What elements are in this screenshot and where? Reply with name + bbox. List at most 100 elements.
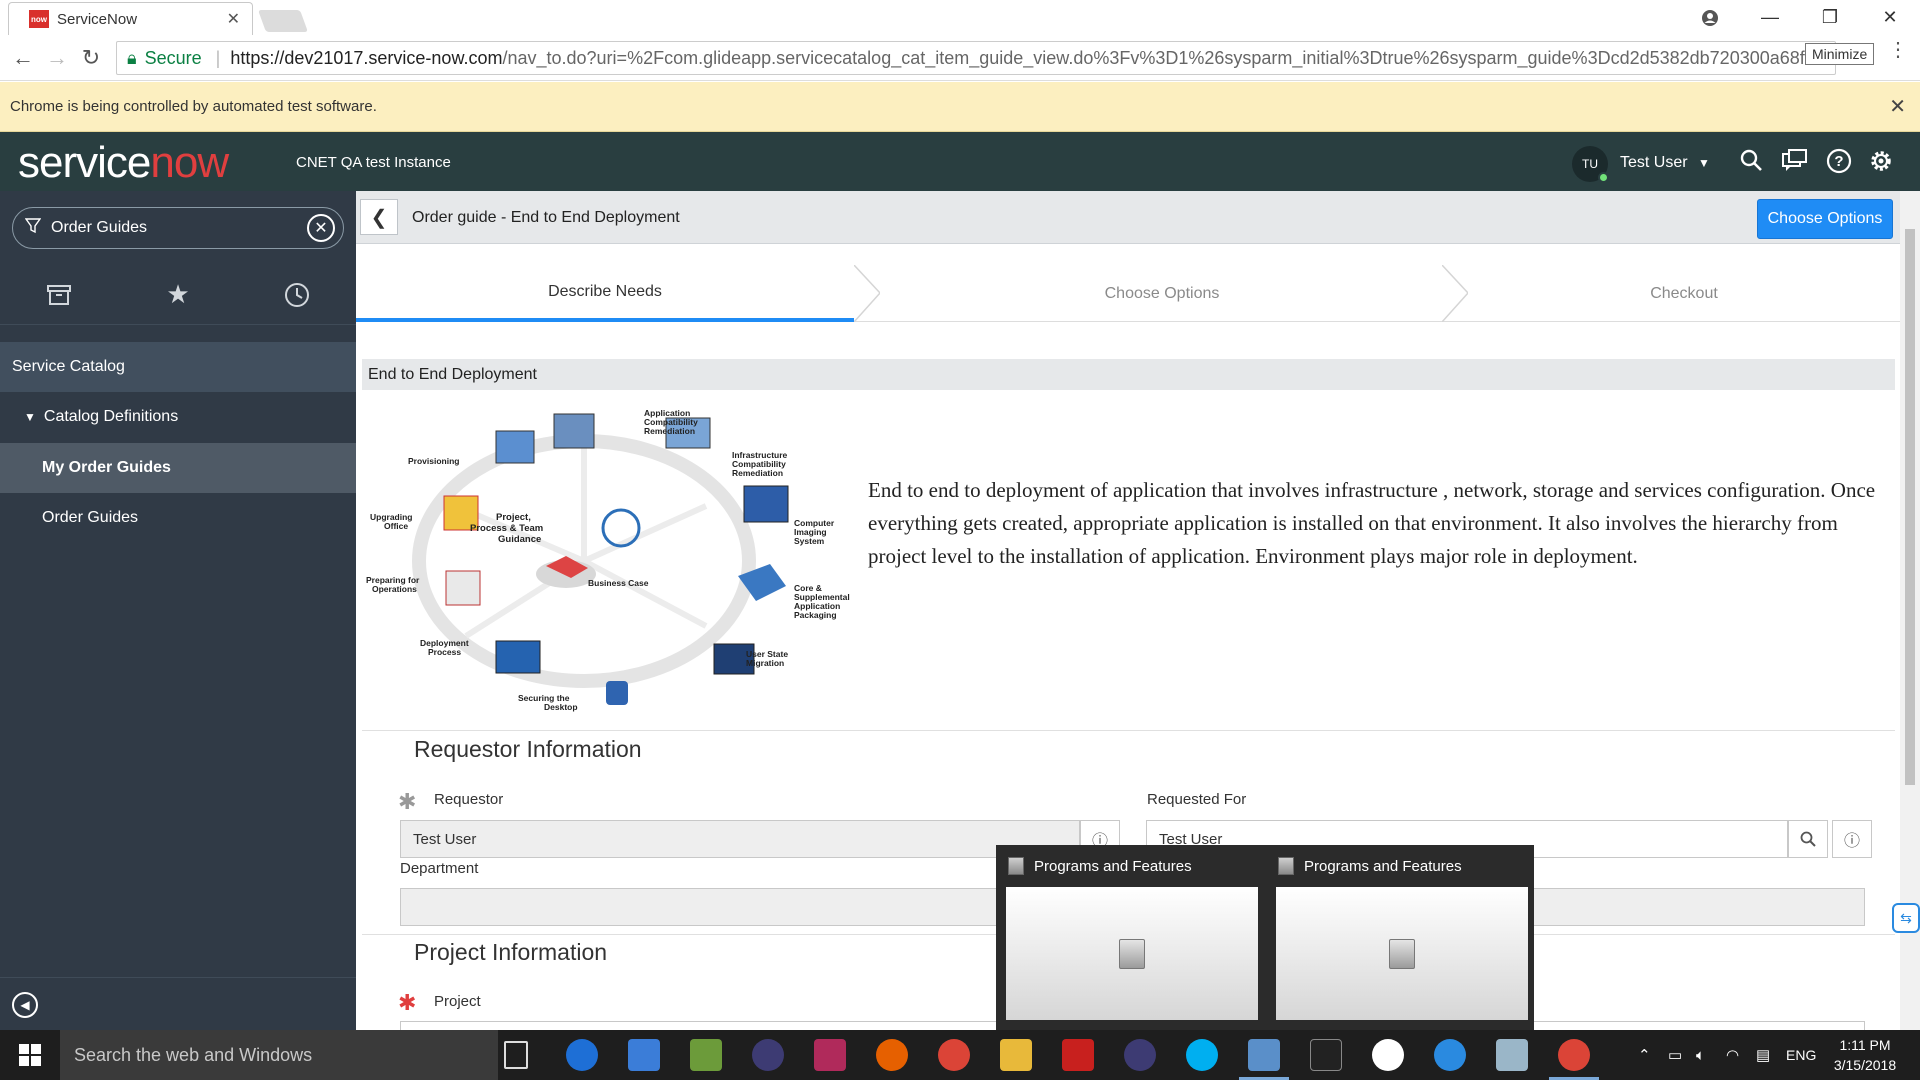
- gear-icon[interactable]: [1866, 148, 1896, 181]
- avatar[interactable]: TU: [1572, 146, 1609, 183]
- tray-chevron-up-icon[interactable]: ⌃: [1638, 1030, 1651, 1080]
- preview-window[interactable]: Programs and Features: [996, 845, 1264, 1030]
- browser-tabstrip: now ServiceNow ✕ — ❐ ✕: [0, 0, 1920, 35]
- action-center-icon[interactable]: ▤: [1756, 1030, 1770, 1080]
- chat-widget-icon[interactable]: ⇆: [1892, 903, 1920, 933]
- nav-module-catalog-definitions[interactable]: ▼ Catalog Definitions: [0, 392, 356, 442]
- reload-icon[interactable]: ↻: [76, 43, 106, 73]
- logo-now-text: now: [150, 138, 229, 187]
- info-icon[interactable]: ⓘ: [1832, 820, 1872, 858]
- windows-taskbar: Search the web and Windows ⌃ ▭ 🔈︎ ◠ ▤ EN…: [0, 1030, 1920, 1080]
- windows-start-icon[interactable]: [0, 1030, 60, 1080]
- nav-footer-divider: [0, 977, 356, 978]
- app-icon[interactable]: [1496, 1039, 1528, 1071]
- eclipse-icon[interactable]: [1124, 1039, 1156, 1071]
- project-section-title: Project Information: [414, 939, 608, 965]
- forward-arrow-icon[interactable]: →: [42, 43, 72, 73]
- nav-section-service-catalog[interactable]: Service Catalog: [0, 342, 356, 392]
- programs-features-icon: [1119, 938, 1145, 969]
- servicenow-header: servicenow CNET QA test Instance TU Test…: [0, 132, 1920, 191]
- instance-name: CNET QA test Instance: [296, 154, 451, 171]
- address-separator: |: [215, 47, 221, 68]
- battery-icon[interactable]: ▭: [1668, 1030, 1682, 1080]
- preview-thumbnail: [1276, 887, 1528, 1020]
- profile-icon[interactable]: [1680, 0, 1740, 35]
- infobar-close-icon[interactable]: ✕: [1889, 94, 1906, 119]
- connect-chat-icon[interactable]: [1780, 148, 1810, 179]
- minimize-icon[interactable]: —: [1740, 0, 1800, 35]
- servicenow-logo[interactable]: servicenow: [18, 138, 229, 188]
- taskbar-search-box[interactable]: Search the web and Windows: [60, 1030, 498, 1080]
- eclipse-icon[interactable]: [752, 1039, 784, 1071]
- section-header: End to End Deployment: [362, 359, 1895, 390]
- svg-text:Process & Team: Process & Team: [470, 523, 543, 534]
- control-panel-icon[interactable]: [1239, 1039, 1289, 1080]
- clock-time: 1:11 PM: [1839, 1037, 1891, 1053]
- navigator-filter-input[interactable]: Order Guides ✕: [12, 207, 344, 249]
- window-close-icon[interactable]: ✕: [1860, 0, 1920, 35]
- step-choose-options[interactable]: Choose Options: [882, 265, 1442, 322]
- scrollbar-thumb[interactable]: [1905, 229, 1915, 785]
- step-checkout[interactable]: Checkout: [1468, 265, 1900, 322]
- history-clock-icon[interactable]: [237, 265, 356, 324]
- taskbar-preview-popup: Programs and Features Programs and Featu…: [996, 845, 1534, 1030]
- choose-options-button[interactable]: Choose Options: [1757, 199, 1893, 239]
- address-bar[interactable]: 🔒︎ Secure | https://dev21017.service-now…: [116, 41, 1836, 75]
- requestor-section-title: Requestor Information: [414, 736, 642, 762]
- all-apps-archive-icon[interactable]: [0, 265, 119, 324]
- new-tab-button[interactable]: [257, 10, 309, 32]
- firefox-icon[interactable]: [876, 1039, 908, 1071]
- nav-section-label: Service Catalog: [12, 358, 125, 375]
- acrobat-icon[interactable]: [1062, 1039, 1094, 1071]
- lookup-search-icon[interactable]: [1788, 820, 1828, 858]
- infobar-text: Chrome is being controlled by automated …: [10, 98, 377, 115]
- volume-icon[interactable]: 🔈︎: [1696, 1030, 1705, 1080]
- preview-window[interactable]: Programs and Features: [1266, 845, 1534, 1030]
- notepad-plus-icon[interactable]: [690, 1039, 722, 1071]
- chrome-menu-icon[interactable]: ⋮: [1888, 37, 1908, 62]
- requestor-field[interactable]: Test User: [400, 820, 1080, 858]
- nav-item-label: My Order Guides: [42, 459, 171, 476]
- teamviewer-icon[interactable]: [1434, 1039, 1466, 1071]
- language-indicator[interactable]: ENG: [1786, 1030, 1816, 1080]
- diagram-label-provisioning: Provisioning: [408, 456, 459, 466]
- lock-icon: 🔒︎: [127, 47, 137, 68]
- favorites-star-icon[interactable]: ★: [119, 265, 238, 324]
- taskbar-clock[interactable]: 1:11 PM 3/15/2018: [1820, 1035, 1910, 1075]
- back-button[interactable]: ❮: [360, 199, 398, 235]
- chrome-icon[interactable]: [1549, 1039, 1599, 1080]
- settings-cog-icon[interactable]: [1372, 1039, 1404, 1071]
- requestor-label: Requestor: [434, 791, 504, 808]
- step-describe-needs[interactable]: Describe Needs: [356, 265, 854, 322]
- browser-tab[interactable]: now ServiceNow ✕: [8, 2, 253, 35]
- preview-thumbnail: [1006, 887, 1258, 1020]
- nav-item-my-order-guides[interactable]: My Order Guides: [0, 443, 356, 493]
- intellij-icon[interactable]: [814, 1039, 846, 1071]
- store-icon[interactable]: [628, 1039, 660, 1071]
- required-asterisk-icon: ✱: [398, 990, 417, 1015]
- command-prompt-icon[interactable]: [1310, 1039, 1342, 1071]
- url-path: /nav_to.do?uri=%2Fcom.glideapp.serviceca…: [502, 47, 1836, 68]
- user-name: Test User: [1620, 154, 1688, 171]
- collapse-navigator-icon[interactable]: ◀: [12, 992, 38, 1018]
- deployment-diagram: Application Compatibility Remediation In…: [366, 408, 850, 712]
- chrome-icon[interactable]: [938, 1039, 970, 1071]
- clear-filter-icon[interactable]: ✕: [307, 214, 335, 242]
- svg-text:?: ?: [1834, 153, 1843, 170]
- user-menu[interactable]: Test User ▼: [1620, 154, 1710, 172]
- wifi-icon[interactable]: ◠: [1726, 1030, 1739, 1080]
- svg-text:Guidance: Guidance: [498, 534, 541, 545]
- svg-text:Office: Office: [384, 521, 408, 531]
- tab-close-icon[interactable]: ✕: [227, 9, 240, 29]
- help-icon[interactable]: ?: [1824, 148, 1854, 181]
- file-explorer-icon[interactable]: [1000, 1039, 1032, 1071]
- edge-browser-icon[interactable]: [566, 1039, 598, 1071]
- back-arrow-icon[interactable]: ←: [8, 43, 38, 73]
- diagram-label-business-case: Business Case: [588, 578, 649, 588]
- skype-icon[interactable]: [1186, 1039, 1218, 1071]
- task-view-icon[interactable]: [504, 1041, 528, 1069]
- restore-icon[interactable]: ❐: [1800, 0, 1860, 35]
- search-icon[interactable]: [1736, 148, 1766, 179]
- nav-item-order-guides[interactable]: Order Guides: [0, 493, 356, 543]
- search-placeholder: Search the web and Windows: [74, 1044, 313, 1065]
